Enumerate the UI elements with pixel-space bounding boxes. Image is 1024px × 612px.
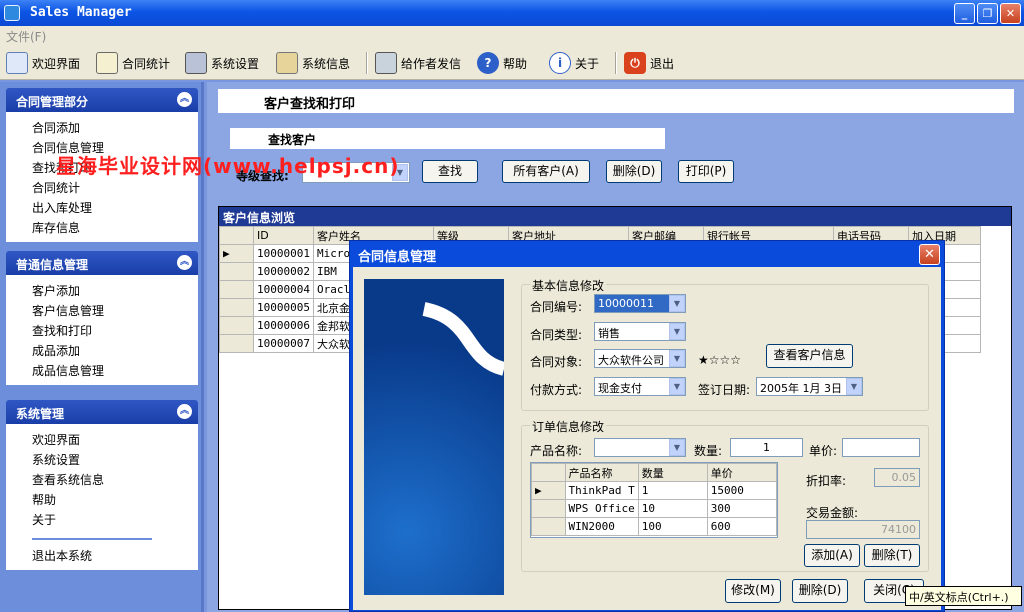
toolbar-contract-stats[interactable]: 合同统计 — [96, 51, 170, 75]
toolbar-sysinfo[interactable]: 系统信息 — [276, 51, 350, 75]
table-row[interactable]: WPS Office 10 300 — [531, 499, 778, 518]
tools-icon — [185, 52, 207, 74]
section-header[interactable]: 合同管理部分 ︽ — [6, 88, 198, 112]
table-row[interactable]: ▶ ThinkPad T 1 15000 — [531, 481, 778, 500]
page-title: 客户查找和打印 — [218, 89, 1014, 113]
quantity-stepper[interactable]: 1 — [730, 438, 803, 457]
section-header[interactable]: 系统管理 ︽ — [6, 400, 198, 424]
watermark: 星海毕业设计网(www.helpsj.cn) — [56, 154, 400, 178]
add-item-button[interactable]: 添加(A) — [804, 544, 860, 567]
sidebar-item-contract-stats[interactable]: 合同统计 — [32, 178, 198, 198]
customer-rating-stars: ★☆☆☆ — [698, 353, 742, 367]
chevron-down-icon[interactable]: ▼ — [669, 350, 685, 367]
delete-button[interactable]: 删除(D) — [606, 160, 662, 183]
price-input[interactable] — [842, 438, 920, 457]
dialog-body: 基本信息修改 合同编号: 10000011 ▼ 合同类型: 销售 ▼ 合同对象:… — [353, 267, 941, 610]
sidebar-item-stock-io[interactable]: 出入库处理 — [32, 198, 198, 218]
sidebar-item-sysinfo[interactable]: 查看系统信息 — [32, 470, 198, 490]
maximize-button[interactable]: ❐ — [977, 3, 998, 24]
window-title: Sales Manager — [30, 5, 132, 20]
section-header[interactable]: 普通信息管理 ︽ — [6, 251, 198, 275]
wave-graphic — [422, 302, 504, 376]
order-info-group: 订单信息修改 产品名称: ▼ 数量: 1 单价: 产品名称 数量 单价 ▶ Think… — [521, 418, 929, 572]
row-pointer-icon: ▶ — [531, 481, 566, 500]
basic-info-group: 基本信息修改 合同编号: 10000011 ▼ 合同类型: 销售 ▼ 合同对象:… — [521, 277, 929, 411]
menu-bar: 文件(F) — [0, 26, 1024, 46]
table-row[interactable]: WIN2000 100 600 — [531, 517, 778, 536]
notepad-icon — [96, 52, 118, 74]
view-customer-button[interactable]: 查看客户信息 — [766, 344, 853, 368]
collapse-chevron-icon[interactable]: ︽ — [177, 255, 192, 270]
ime-tooltip: 中/英文标点(Ctrl+.) — [905, 586, 1022, 606]
order-table: 产品名称 数量 单价 ▶ ThinkPad T 1 15000 WPS Office 10 3… — [531, 463, 778, 536]
chevron-down-icon[interactable]: ▼ — [846, 378, 862, 395]
modify-button[interactable]: 修改(M) — [725, 579, 781, 603]
grid-title: 客户信息浏览 — [219, 207, 1011, 226]
sidebar-item-search-print[interactable]: 查找和打印 — [32, 321, 198, 341]
sidebar-item-customer-manage[interactable]: 客户信息管理 — [32, 301, 198, 321]
toolbar-welcome[interactable]: 欢迎界面 — [6, 51, 80, 75]
collapse-chevron-icon[interactable]: ︽ — [177, 92, 192, 107]
sidebar-item-settings[interactable]: 系统设置 — [32, 450, 198, 470]
toolbar-mail-author[interactable]: 给作者发信 — [375, 51, 461, 75]
toolbar-exit[interactable]: ⏻ 退出 — [624, 51, 674, 75]
dialog-title: 合同信息管理 — [358, 250, 437, 265]
col-id[interactable]: ID — [253, 226, 314, 245]
sidebar-item-product-manage[interactable]: 成品信息管理 — [32, 361, 198, 381]
minimize-button[interactable]: _ — [954, 3, 975, 24]
contract-dialog: 合同信息管理 ✕ 基本信息修改 合同编号: 10000011 ▼ 合同类型: 销… — [349, 240, 945, 612]
title-bar: Sales Manager _ ❐ ✕ — [0, 0, 1024, 26]
sidebar-section-general: 普通信息管理 ︽ 客户添加 客户信息管理 查找和打印 成品添加 成品信息管理 — [6, 251, 198, 385]
toolbar-settings[interactable]: 系统设置 — [185, 51, 259, 75]
monitor-icon — [6, 52, 28, 74]
menu-file[interactable]: 文件(F) — [6, 30, 46, 44]
sidebar-item-product-add[interactable]: 成品添加 — [32, 341, 198, 361]
close-button[interactable]: ✕ — [1000, 3, 1021, 24]
decorative-banner — [364, 279, 504, 595]
sidebar-item-inventory[interactable]: 库存信息 — [32, 218, 198, 238]
help-icon: ? — [477, 52, 499, 74]
delete-item-button[interactable]: 删除(T) — [864, 544, 920, 567]
section-title: 查找客户 — [230, 128, 665, 149]
sidebar-item-about[interactable]: 关于 — [32, 510, 198, 530]
info-icon: i — [549, 52, 571, 74]
order-grid: 产品名称 数量 单价 ▶ ThinkPad T 1 15000 WPS Office 10 3… — [530, 462, 778, 538]
dialog-close-button[interactable]: ✕ — [919, 244, 940, 265]
power-icon: ⏻ — [624, 52, 646, 74]
sidebar-item-customer-add[interactable]: 客户添加 — [32, 281, 198, 301]
toolbar-separator — [366, 52, 368, 74]
delete-contract-button[interactable]: 删除(D) — [792, 579, 848, 603]
sidebar-item-welcome[interactable]: 欢迎界面 — [32, 430, 198, 450]
collapse-chevron-icon[interactable]: ︽ — [177, 404, 192, 419]
print-button[interactable]: 打印(P) — [678, 160, 734, 183]
search-button[interactable]: 查找 — [422, 160, 478, 183]
toolbar-help[interactable]: ? 帮助 — [477, 51, 527, 75]
sidebar-section-system: 系统管理 ︽ 欢迎界面 系统设置 查看系统信息 帮助 关于 退出本系统 — [6, 400, 198, 570]
toolbar: 欢迎界面 合同统计 系统设置 系统信息 给作者发信 ? 帮助 i 关于 ⏻ 退出 — [0, 46, 1024, 80]
mail-icon — [375, 52, 397, 74]
chevron-down-icon[interactable]: ▼ — [669, 323, 685, 340]
divider — [32, 530, 152, 540]
sidebar-item-contract-add[interactable]: 合同添加 — [32, 118, 198, 138]
chevron-down-icon[interactable]: ▼ — [669, 378, 685, 395]
dialog-title-bar: 合同信息管理 ✕ — [350, 241, 944, 267]
toolbar-separator — [615, 52, 617, 74]
chevron-down-icon[interactable]: ▼ — [669, 295, 685, 312]
sidebar-item-exit[interactable]: 退出本系统 — [32, 546, 198, 566]
toolbar-about[interactable]: i 关于 — [549, 51, 599, 75]
all-customers-button[interactable]: 所有客户(A) — [502, 160, 590, 183]
chevron-down-icon[interactable]: ▼ — [669, 439, 685, 456]
amount-field: 74100 — [806, 520, 920, 539]
row-pointer-icon: ▶ — [219, 244, 254, 263]
app-icon — [4, 5, 20, 21]
discount-field: 0.05 — [874, 468, 920, 487]
info-panel-icon — [276, 52, 298, 74]
sidebar-item-help[interactable]: 帮助 — [32, 490, 198, 510]
